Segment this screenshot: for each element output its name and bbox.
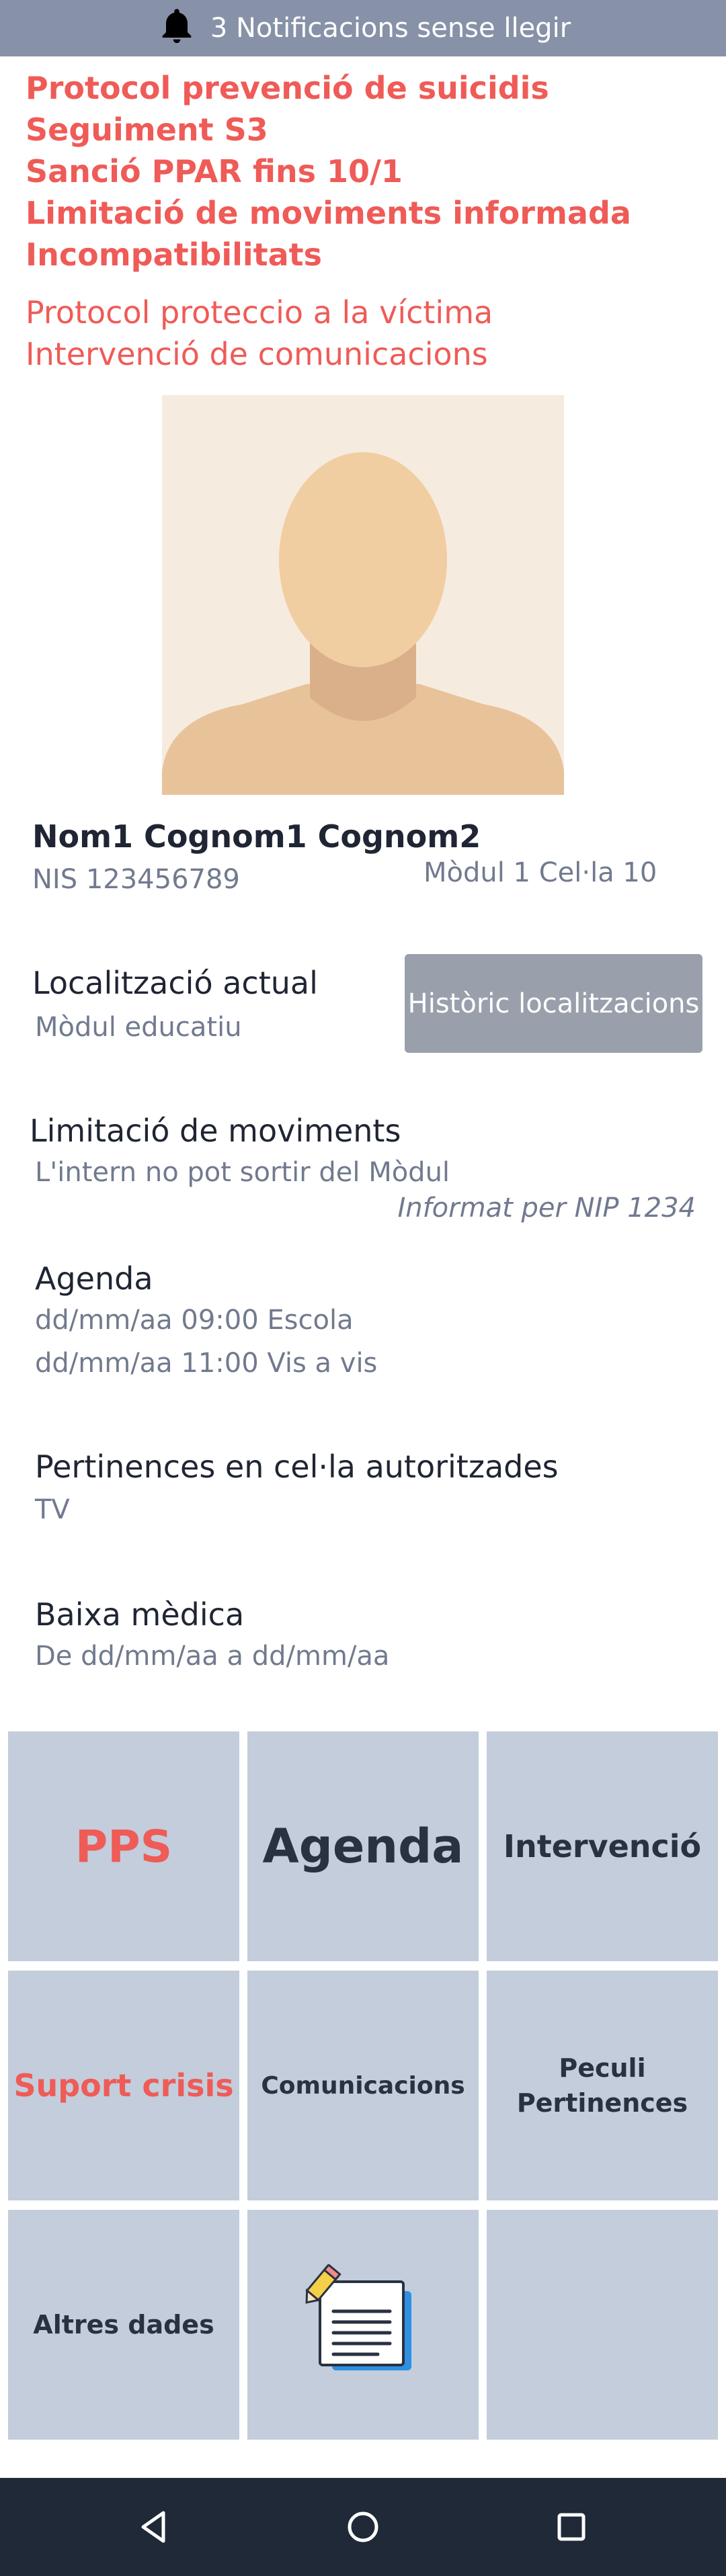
avatar-silhouette-icon	[162, 395, 564, 795]
alert-item[interactable]: Protocol prevenció de suicidis	[26, 67, 631, 109]
inmate-cell: Mòdul 1 Cel·la 10	[424, 857, 657, 888]
menu-tile-peculi-label: Peculi	[559, 2053, 646, 2083]
movement-value: L'intern no pot sortir del Mòdul	[35, 1157, 450, 1188]
location-value: Mòdul educatiu	[35, 1012, 242, 1043]
menu-tile-pertinences-label: Pertinences	[516, 2088, 688, 2118]
menu-tile-intervencio[interactable]: Intervenció	[487, 1731, 718, 1961]
belongings-value: TV	[35, 1494, 70, 1525]
menu-tile-agenda-label: Agenda	[262, 1819, 464, 1874]
alerts-normal-list: Protocol proteccio a la víctima Interven…	[26, 292, 493, 375]
alerts-bold-list: Protocol prevenció de suicidis Seguiment…	[26, 67, 631, 275]
bell-icon	[155, 5, 198, 51]
belongings-title: Pertinences en cel·la autoritzades	[35, 1449, 559, 1485]
menu-tile-intervencio-label: Intervenció	[503, 1828, 702, 1864]
inmate-nis: NIS 123456789	[32, 864, 240, 895]
notification-bar[interactable]: 3 Notificacions sense llegir	[0, 0, 726, 56]
movement-title: Limitació de moviments	[30, 1113, 401, 1149]
alert-item[interactable]: Sanció PPAR fins 10/1	[26, 151, 631, 192]
menu-tile-empty	[487, 2210, 718, 2440]
location-title: Localització actual	[32, 965, 318, 1001]
sick-leave-title: Baixa mèdica	[35, 1596, 245, 1633]
menu-tile-pps[interactable]: PPS	[8, 1731, 239, 1961]
alert-item[interactable]: Limitació de moviments informada	[26, 192, 631, 234]
menu-grid: PPS Agenda Intervenció Suport crisis Com…	[8, 1731, 718, 2440]
inmate-name: Nom1 Cognom1 Cognom2	[32, 818, 481, 855]
notification-text: 3 Notificacions sense llegir	[210, 13, 571, 44]
agenda-item[interactable]: dd/mm/aa 11:00 Vis a vis	[35, 1348, 377, 1379]
alert-item[interactable]: Seguiment S3	[26, 109, 631, 151]
menu-tile-comunicacions-label: Comunicacions	[261, 2071, 465, 2100]
home-icon[interactable]	[323, 2478, 403, 2576]
profile-photo	[162, 395, 564, 795]
recents-icon[interactable]	[531, 2478, 612, 2576]
movement-informed-by: Informat per NIP 1234	[397, 1193, 696, 1223]
system-navbar	[0, 2478, 726, 2576]
alert-item[interactable]: Protocol proteccio a la víctima	[26, 292, 493, 333]
menu-tile-comunicacions[interactable]: Comunicacions	[247, 1971, 479, 2200]
menu-tile-suport-crisis-label: Suport crisis	[13, 2067, 234, 2104]
agenda-title: Agenda	[35, 1260, 153, 1297]
agenda-item[interactable]: dd/mm/aa 09:00 Escola	[35, 1305, 354, 1336]
menu-tile-altres-dades-label: Altres dades	[33, 2310, 214, 2339]
menu-tile-altres-dades[interactable]: Altres dades	[8, 2210, 239, 2440]
alert-item[interactable]: Incompatibilitats	[26, 234, 631, 275]
sick-leave-value: De dd/mm/aa a dd/mm/aa	[35, 1641, 390, 1672]
back-icon[interactable]	[114, 2478, 195, 2576]
notes-document-icon	[305, 2264, 411, 2370]
location-history-button[interactable]: Històric localitzacions	[405, 954, 702, 1053]
menu-tile-notes[interactable]	[247, 2210, 479, 2440]
menu-tile-agenda[interactable]: Agenda	[247, 1731, 479, 1961]
menu-tile-pps-label: PPS	[75, 1820, 173, 1873]
alert-item[interactable]: Intervenció de comunicacions	[26, 333, 493, 375]
menu-tile-peculi-pertinences[interactable]: Peculi Pertinences	[487, 1971, 718, 2200]
menu-tile-suport-crisis[interactable]: Suport crisis	[8, 1971, 239, 2200]
